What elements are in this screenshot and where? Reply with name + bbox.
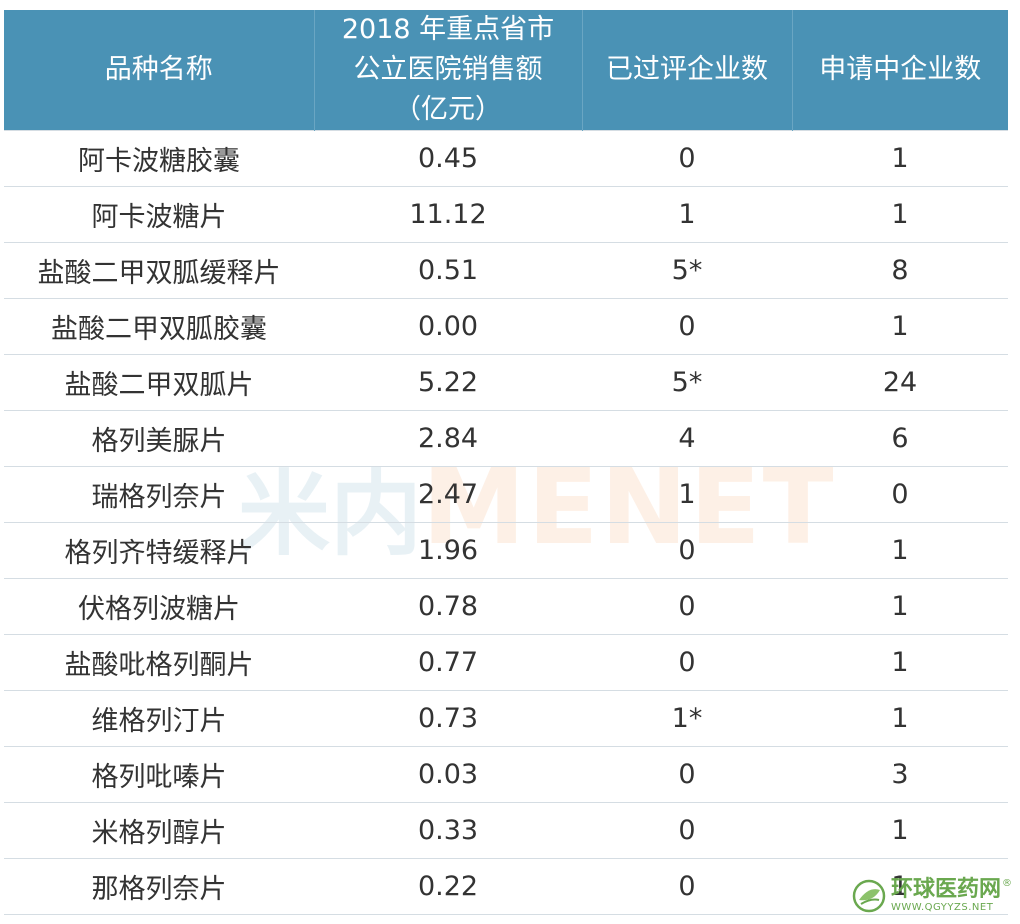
table-row: 伏格列波糖片 0.78 0 1	[4, 578, 1008, 635]
cell-sales: 11.12	[314, 186, 582, 243]
cell-pending-count: 1	[792, 690, 1008, 747]
cell-drug-name: 格列齐特缓释片	[4, 522, 314, 579]
cell-approved-count: 0	[582, 130, 792, 187]
header-drug-name: 品种名称	[4, 10, 315, 131]
logo-registered-mark: ®	[1002, 878, 1012, 889]
table-row: 格列齐特缓释片 1.96 0 1	[4, 522, 1008, 579]
cell-pending-count: 1	[792, 130, 1008, 187]
cell-approved-count: 1	[582, 466, 792, 523]
cell-drug-name: 盐酸二甲双胍片	[4, 354, 314, 411]
cell-drug-name: 瑞格列奈片	[4, 466, 314, 523]
header-sales: 2018 年重点省市公立医院销售额（亿元）	[314, 10, 583, 131]
cell-sales: 0.33	[314, 802, 582, 859]
cell-pending-count: 1	[792, 634, 1008, 691]
table-row: 盐酸二甲双胍胶囊 0.00 0 1	[4, 298, 1008, 355]
table-body: 阿卡波糖胶囊 0.45 0 1 阿卡波糖片 11.12 1 1 盐酸二甲双胍缓释片 0.51 5* 8…	[4, 130, 1008, 915]
cell-drug-name: 盐酸吡格列酮片	[4, 634, 314, 691]
table-row: 盐酸二甲双胍缓释片 0.51 5* 8	[4, 242, 1008, 299]
table-header-row: 品种名称 2018 年重点省市公立医院销售额（亿元） 已过评企业数 申请中企业数	[4, 10, 1008, 131]
cell-approved-count: 0	[582, 802, 792, 859]
cell-pending-count: 8	[792, 242, 1008, 299]
cell-sales: 0.77	[314, 634, 582, 691]
logo-url: WWW.QGYYZS.NET	[890, 902, 994, 913]
cell-approved-count: 0	[582, 746, 792, 803]
cell-sales: 1.96	[314, 522, 582, 579]
cell-approved-count: 5*	[582, 354, 792, 411]
drug-table-container: 品种名称 2018 年重点省市公立医院销售额（亿元） 已过评企业数 申请中企业数…	[4, 10, 1008, 915]
cell-pending-count: 1	[792, 802, 1008, 859]
logo-name: 环球医药网	[890, 877, 1001, 902]
cell-drug-name: 格列美脲片	[4, 410, 314, 467]
cell-pending-count: 1	[792, 578, 1008, 635]
cell-drug-name: 盐酸二甲双胍缓释片	[4, 242, 314, 299]
cell-approved-count: 1	[582, 186, 792, 243]
cell-approved-count: 0	[582, 858, 792, 915]
cell-sales: 0.78	[314, 578, 582, 635]
cell-drug-name: 米格列醇片	[4, 802, 314, 859]
cell-sales: 0.73	[314, 690, 582, 747]
cell-drug-name: 格列吡嗪片	[4, 746, 314, 803]
table-row: 维格列汀片 0.73 1* 1	[4, 690, 1008, 747]
cell-sales: 0.51	[314, 242, 582, 299]
cell-drug-name: 维格列汀片	[4, 690, 314, 747]
cell-sales: 0.00	[314, 298, 582, 355]
cell-sales: 0.45	[314, 130, 582, 187]
cell-approved-count: 5*	[582, 242, 792, 299]
table-row: 阿卡波糖片 11.12 1 1	[4, 186, 1008, 243]
cell-pending-count: 6	[792, 410, 1008, 467]
cell-pending-count: 24	[792, 354, 1008, 411]
header-approved-count: 已过评企业数	[582, 10, 793, 131]
qgyyzs-logo: 环球医药网 WWW.QGYYZS.NET ®	[851, 878, 1012, 914]
cell-sales: 0.22	[314, 858, 582, 915]
table-row: 格列美脲片 2.84 4 6	[4, 410, 1008, 467]
cell-pending-count: 1	[792, 298, 1008, 355]
cell-drug-name: 伏格列波糖片	[4, 578, 314, 635]
globe-leaf-icon	[852, 879, 886, 913]
table-row: 瑞格列奈片 2.47 1 0	[4, 466, 1008, 523]
table-row: 阿卡波糖胶囊 0.45 0 1	[4, 130, 1008, 187]
cell-sales: 2.84	[314, 410, 582, 467]
cell-drug-name: 阿卡波糖片	[4, 186, 314, 243]
cell-sales: 2.47	[314, 466, 582, 523]
cell-pending-count: 1	[792, 522, 1008, 579]
cell-approved-count: 0	[582, 522, 792, 579]
cell-pending-count: 0	[792, 466, 1008, 523]
cell-pending-count: 3	[792, 746, 1008, 803]
cell-sales: 0.03	[314, 746, 582, 803]
cell-pending-count: 1	[792, 186, 1008, 243]
table-row: 盐酸吡格列酮片 0.77 0 1	[4, 634, 1008, 691]
header-pending-count: 申请中企业数	[792, 10, 1008, 131]
cell-approved-count: 1*	[582, 690, 792, 747]
table-row: 格列吡嗪片 0.03 0 3	[4, 746, 1008, 803]
cell-drug-name: 那格列奈片	[4, 858, 314, 915]
cell-approved-count: 0	[582, 298, 792, 355]
cell-drug-name: 盐酸二甲双胍胶囊	[4, 298, 314, 355]
cell-approved-count: 0	[582, 578, 792, 635]
cell-approved-count: 4	[582, 410, 792, 467]
cell-drug-name: 阿卡波糖胶囊	[4, 130, 314, 187]
table-row: 盐酸二甲双胍片 5.22 5* 24	[4, 354, 1008, 411]
cell-sales: 5.22	[314, 354, 582, 411]
drug-table: 品种名称 2018 年重点省市公立医院销售额（亿元） 已过评企业数 申请中企业数…	[4, 10, 1008, 915]
table-row: 米格列醇片 0.33 0 1	[4, 802, 1008, 859]
cell-approved-count: 0	[582, 634, 792, 691]
